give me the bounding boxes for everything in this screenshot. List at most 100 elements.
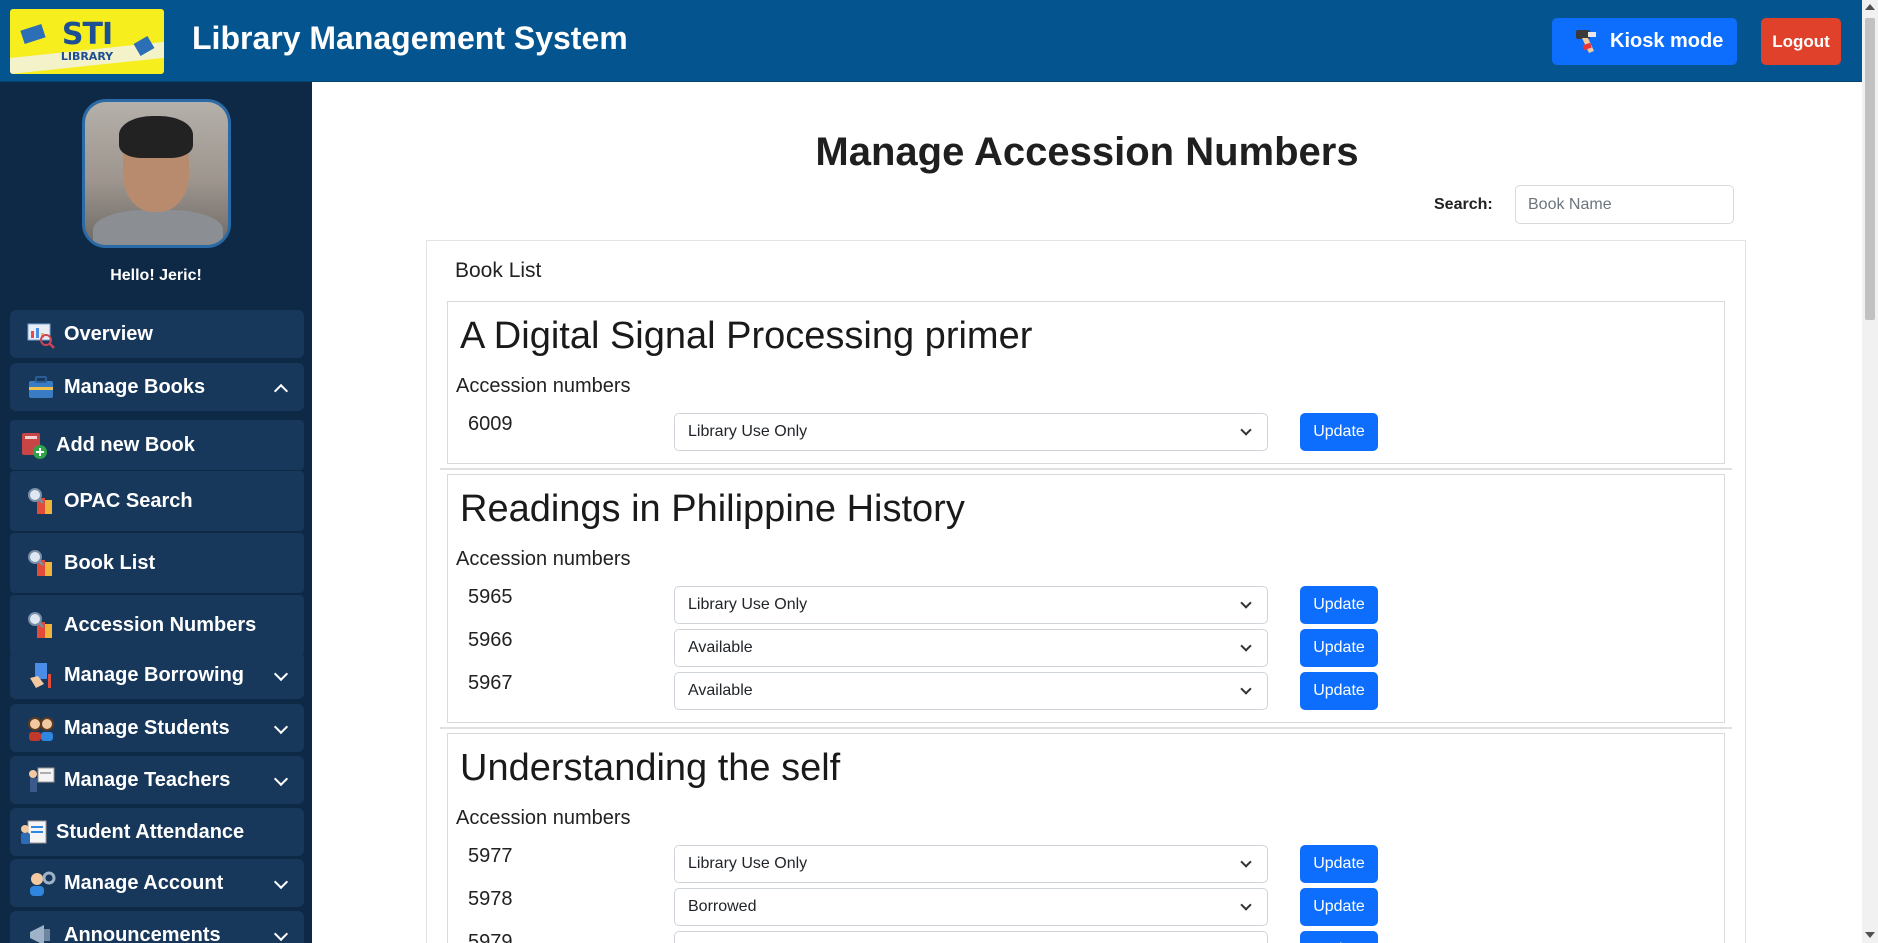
sidebar: Hello! Jeric! Overview Manage Books Add … [0, 82, 312, 943]
accession-number: 5978 [468, 888, 513, 910]
update-button[interactable]: Update [1300, 888, 1378, 926]
sidebar-item-manage-borrowing[interactable]: Manage Borrowing [10, 651, 304, 699]
status-select[interactable]: Library Use Only [674, 413, 1268, 451]
chevron-down-icon[interactable] [273, 771, 289, 787]
logo-text-bottom: LIBRARY [60, 50, 114, 63]
kiosk-mode-label: Kiosk mode [1610, 30, 1724, 52]
chevron-down-icon [1240, 899, 1252, 911]
accession-numbers-label: Accession numbers [456, 807, 631, 829]
status-select[interactable]: Borrowed [674, 888, 1268, 926]
scroll-down-arrow-icon[interactable] [1865, 932, 1875, 938]
accession-number: 5967 [468, 672, 513, 694]
sidebar-item-manage-books[interactable]: Manage Books [10, 363, 304, 411]
scroll-up-arrow-icon[interactable] [1865, 4, 1875, 10]
sidebar-item-label: Manage Account [64, 872, 224, 894]
teacher-board-icon [29, 767, 55, 792]
sidebar-item-label: Manage Borrowing [64, 664, 245, 686]
status-select-value: Available [688, 682, 753, 699]
sidebar-item-label: OPAC Search [64, 490, 193, 512]
chevron-down-icon [1240, 597, 1252, 609]
divider [440, 727, 1732, 729]
status-select[interactable]: Available [674, 629, 1268, 667]
accession-number: 5965 [468, 586, 513, 608]
status-select-value: Available [688, 639, 753, 656]
add-book-icon [22, 433, 47, 459]
vertical-scrollbar[interactable] [1862, 0, 1878, 943]
hand-book-icon [30, 663, 51, 688]
chevron-down-icon [1240, 856, 1252, 868]
sidebar-item-label: Announcements [64, 924, 221, 943]
divider [440, 468, 1732, 470]
sidebar-item-manage-account[interactable]: Manage Account [10, 859, 304, 907]
barcode-scanner-icon [1576, 30, 1596, 53]
search-label: Search: [1434, 196, 1493, 213]
sidebar-item-label: Manage Teachers [64, 769, 231, 791]
update-button[interactable]: Update [1300, 413, 1378, 451]
sidebar-item-manage-teachers[interactable]: Manage Teachers [10, 756, 304, 804]
book-search-icon [28, 612, 52, 638]
sidebar-item-label: Overview [64, 323, 153, 345]
sidebar-item-label: Student Attendance [56, 821, 245, 843]
search-input[interactable] [1515, 185, 1734, 224]
megaphone-icon [30, 925, 50, 943]
sidebar-item-student-attendance[interactable]: Student Attendance [10, 808, 304, 856]
sidebar-item-label: Manage Students [64, 717, 230, 739]
top-navbar: STI LIBRARY Library Management System Ki… [0, 0, 1862, 82]
update-button[interactable]: Update [1300, 629, 1378, 667]
accession-number: 5977 [468, 845, 513, 867]
status-select-value: Library Use Only [688, 596, 808, 613]
update-button[interactable]: Update [1300, 845, 1378, 883]
sidebar-item-announcements[interactable]: Announcements [10, 911, 304, 943]
chevron-down-icon[interactable] [273, 874, 289, 890]
logo-text-top: STI [61, 17, 113, 52]
avatar [82, 99, 231, 248]
status-select-value: Library Use Only [688, 423, 808, 440]
update-button[interactable]: Update [1300, 931, 1378, 943]
accession-number: 5979 [468, 931, 513, 943]
sidebar-item-manage-students[interactable]: Manage Students [10, 704, 304, 752]
students-icon [28, 717, 54, 741]
chevron-down-icon[interactable] [273, 666, 289, 682]
status-select[interactable]: Available [674, 672, 1268, 710]
chevron-down-icon[interactable] [273, 926, 289, 942]
accession-numbers-label: Accession numbers [456, 548, 631, 570]
attendance-icon [21, 820, 47, 844]
book-title: Understanding the self [460, 747, 841, 789]
sidebar-item-overview[interactable]: Overview [10, 310, 304, 358]
page-title: Manage Accession Numbers [815, 130, 1359, 174]
accession-number: 5966 [468, 629, 513, 651]
chevron-up-icon[interactable] [273, 383, 289, 399]
status-select-value: Library Use Only [688, 855, 808, 872]
logout-button[interactable]: Logout [1761, 18, 1841, 65]
status-select[interactable]: Library Use Only [674, 586, 1268, 624]
sidebar-item-add-new-book[interactable]: Add new Book [10, 420, 304, 470]
sidebar-item-label: Book List [64, 552, 156, 574]
kiosk-mode-button[interactable]: Kiosk mode [1552, 18, 1737, 65]
book-search-icon [28, 488, 52, 514]
accession-numbers-label: Accession numbers [456, 375, 631, 397]
status-select-value: Borrowed [688, 898, 757, 915]
update-button[interactable]: Update [1300, 586, 1378, 624]
book-list-title: Book List [455, 259, 542, 282]
accession-number: 6009 [468, 413, 513, 435]
chart-magnifier-icon [27, 323, 55, 349]
chevron-down-icon[interactable] [273, 719, 289, 735]
user-greeting: Hello! Jeric! [110, 267, 202, 284]
book-title: A Digital Signal Processing primer [460, 315, 1033, 357]
sti-library-logo[interactable]: STI LIBRARY [10, 9, 164, 74]
sidebar-item-label: Manage Books [64, 376, 206, 398]
book-search-icon [28, 550, 52, 576]
status-select[interactable] [674, 931, 1268, 943]
chevron-down-icon [1240, 683, 1252, 695]
scrollbar-thumb[interactable] [1865, 18, 1875, 320]
chevron-down-icon [1240, 424, 1252, 436]
account-gear-icon [30, 871, 56, 896]
sidebar-item-accession-numbers[interactable]: Accession Numbers [10, 595, 304, 655]
status-select[interactable]: Library Use Only [674, 845, 1268, 883]
sidebar-item-opac-search[interactable]: OPAC Search [10, 471, 304, 531]
update-button[interactable]: Update [1300, 672, 1378, 710]
sidebar-item-label: Accession Numbers [64, 614, 257, 636]
sidebar-item-book-list[interactable]: Book List [10, 533, 304, 593]
app-title: Library Management System [192, 20, 628, 56]
sidebar-item-label: Add new Book [56, 434, 195, 456]
